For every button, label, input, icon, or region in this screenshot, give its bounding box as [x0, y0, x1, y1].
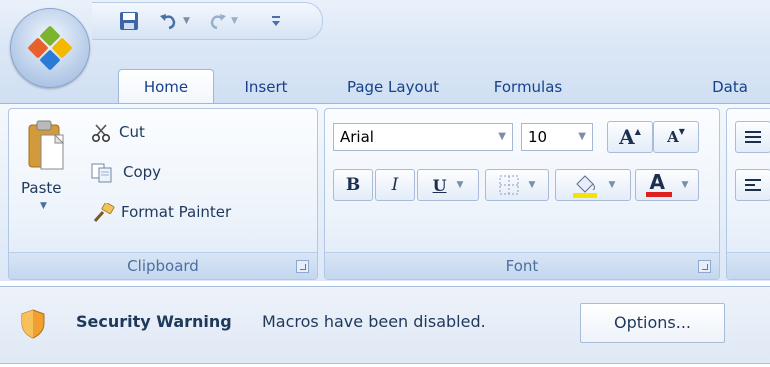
chevron-down-icon[interactable]: ▼ — [457, 180, 464, 190]
align-left-button[interactable] — [735, 169, 770, 201]
office-button-icon — [28, 26, 72, 70]
save-icon — [120, 12, 138, 30]
chevron-down-icon: ▼ — [40, 201, 47, 211]
font-size-value: 10 — [528, 128, 548, 146]
shield-icon — [21, 309, 45, 339]
security-warning-message: Macros have been disabled. — [262, 312, 486, 331]
font-group: Arial ▼ 10 ▼ A ▲ A ▼ B I U ▼ ▼ ▼ A ▼ Fon… — [324, 108, 720, 280]
customize-qat-button[interactable] — [270, 10, 282, 32]
format-painter-label: Format Painter — [121, 203, 232, 221]
tab-insert[interactable]: Insert — [228, 70, 304, 104]
clipboard-group-label: Clipboard — [9, 252, 317, 279]
bold-icon: B — [345, 175, 361, 195]
paste-label: Paste — [21, 179, 62, 197]
tab-page-layout[interactable]: Page Layout — [330, 70, 456, 104]
font-color-icon: A — [649, 170, 666, 194]
fill-color-icon — [572, 175, 597, 198]
underline-icon: U — [432, 175, 447, 195]
fill-color-button[interactable]: ▼ — [555, 169, 631, 201]
paste-icon — [28, 120, 65, 170]
undo-button[interactable]: ▼ — [158, 10, 190, 32]
clipboard-dialog-launcher-icon[interactable] — [296, 260, 309, 273]
paste-button[interactable]: Paste ▼ — [13, 115, 83, 247]
font-size-combobox[interactable]: 10 ▼ — [521, 123, 593, 151]
chevron-down-icon[interactable]: ▼ — [609, 180, 616, 190]
align-icon — [745, 179, 761, 191]
copy-button[interactable]: Copy — [91, 161, 211, 187]
tab-data[interactable]: Data — [700, 70, 760, 104]
shrink-font-button[interactable]: A ▼ — [653, 121, 699, 153]
cut-button[interactable]: Cut — [91, 121, 201, 147]
tab-formulas[interactable]: Formulas — [478, 70, 578, 104]
chevron-down-icon: ▼ — [231, 16, 238, 26]
font-color-bar — [645, 192, 672, 197]
redo-icon — [210, 14, 226, 30]
quick-access-toolbar: ▼ ▼ — [92, 2, 323, 40]
font-name-combobox[interactable]: Arial ▼ — [333, 123, 513, 151]
office-button[interactable] — [10, 8, 90, 88]
undo-icon — [160, 14, 176, 30]
font-dialog-launcher-icon[interactable] — [698, 260, 711, 273]
borders-button[interactable]: ▼ — [485, 169, 549, 201]
caret-up-icon: ▲ — [634, 126, 641, 136]
chevron-down-icon: ▼ — [183, 16, 190, 26]
chevron-down-icon[interactable]: ▼ — [529, 180, 536, 190]
font-color-button[interactable]: A ▼ — [635, 169, 699, 201]
security-message-bar: Security Warning Macros have been disabl… — [0, 286, 770, 364]
security-warning-title: Security Warning — [76, 312, 232, 331]
bold-button[interactable]: B — [333, 169, 373, 201]
grow-font-button[interactable]: A ▲ — [607, 121, 653, 153]
format-painter-button[interactable]: Format Painter — [91, 201, 311, 227]
borders-icon — [499, 175, 519, 195]
customize-qat-icon — [272, 16, 280, 26]
copy-label: Copy — [123, 163, 162, 181]
underline-button[interactable]: U ▼ — [417, 169, 479, 201]
align-top-button[interactable] — [735, 121, 770, 153]
cut-icon — [91, 124, 111, 143]
chevron-down-icon[interactable]: ▼ — [682, 180, 689, 190]
options-button[interactable]: Options... — [580, 303, 725, 343]
font-group-label: Font — [325, 252, 719, 279]
italic-button[interactable]: I — [375, 169, 415, 201]
chevron-down-icon[interactable]: ▼ — [578, 124, 586, 150]
align-icon — [745, 131, 761, 143]
tab-home[interactable]: Home — [118, 69, 214, 106]
alignment-group-label — [727, 252, 770, 279]
alignment-group — [726, 108, 770, 280]
clipboard-group: Paste ▼ Cut Copy Format Painter Clipboar… — [8, 108, 318, 280]
copy-icon — [91, 163, 112, 183]
grow-font-icon: A — [619, 125, 635, 149]
italic-icon: I — [391, 175, 399, 195]
chevron-down-icon[interactable]: ▼ — [498, 124, 506, 150]
caret-down-icon: ▼ — [678, 126, 685, 136]
ribbon-tab-row: Home Insert Page Layout Formulas Data — [0, 52, 770, 106]
redo-button[interactable]: ▼ — [206, 10, 238, 32]
save-button[interactable] — [118, 10, 140, 32]
format-painter-icon — [93, 203, 115, 222]
shrink-font-icon: A — [667, 128, 679, 146]
font-name-value: Arial — [340, 128, 374, 146]
cut-label: Cut — [119, 123, 145, 141]
